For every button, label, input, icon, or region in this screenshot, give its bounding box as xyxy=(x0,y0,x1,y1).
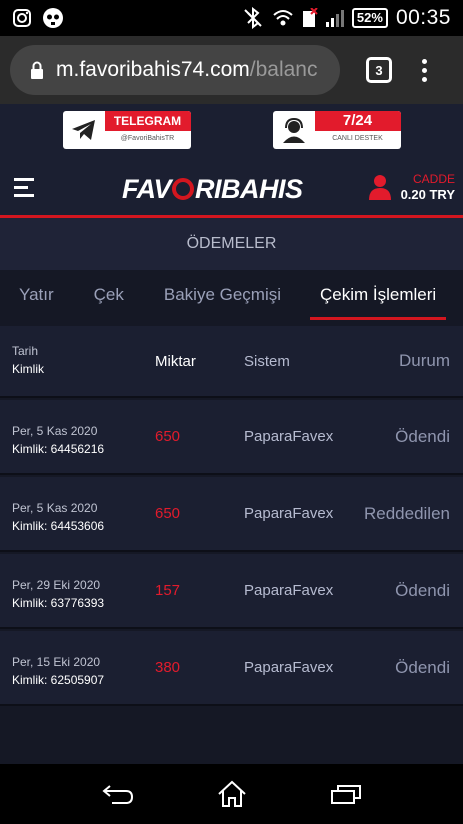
tab-deposit[interactable]: Yatır xyxy=(19,270,54,320)
telegram-title: TELEGRAM xyxy=(104,111,191,131)
tab-balance-history[interactable]: Bakiye Geçmişi xyxy=(164,270,281,320)
bluetooth-off-icon xyxy=(244,7,262,29)
table-row: Per, 29 Eki 2020 Kimlik: 63776393 157 Pa… xyxy=(0,554,463,629)
menu-icon[interactable] xyxy=(14,178,34,202)
row-amount: 380 xyxy=(155,659,181,676)
row-date: Per, 29 Eki 2020 xyxy=(12,578,101,592)
row-amount: 650 xyxy=(155,428,181,445)
table-row: Per, 5 Kas 2020 Kimlik: 64456216 650 Pap… xyxy=(0,400,463,475)
payments-tabs: Yatır Çek Bakiye Geçmişi Çekim İşlemleri xyxy=(0,270,463,320)
header-status: Durum xyxy=(398,351,450,370)
battery-indicator: 52% xyxy=(351,8,388,28)
withdrawals-table: Tarih Kimlik Miktar Sistem Durum Per, 5 … xyxy=(0,326,463,708)
row-id: Kimlik: 64453606 xyxy=(12,519,105,533)
tab-switcher-button[interactable]: 3 xyxy=(366,57,392,83)
row-date: Per, 15 Eki 2020 xyxy=(12,655,101,669)
url-domain: m.favoribahis74.com xyxy=(56,58,250,81)
logo-text-end: RIBAHIS xyxy=(195,174,303,204)
row-system: PaparaFavex xyxy=(244,505,334,522)
skull-icon xyxy=(43,8,63,28)
user-name: CADDE xyxy=(412,172,455,186)
telegram-banner[interactable]: TELEGRAM @FavoriBahisTR xyxy=(62,111,191,149)
row-status: Ödendi xyxy=(395,426,450,446)
user-icon xyxy=(368,175,391,200)
clock: 00:35 xyxy=(395,6,451,29)
address-bar[interactable]: m.favoribahis74.com/balanc xyxy=(10,45,340,95)
recent-apps-icon[interactable] xyxy=(330,783,362,805)
logo-text-start: FAV xyxy=(122,174,172,204)
row-date: Per, 5 Kas 2020 xyxy=(12,424,98,438)
tab-withdrawal-transactions[interactable]: Çekim İşlemleri xyxy=(309,270,447,320)
row-status: Ödendi xyxy=(395,657,450,677)
row-amount: 157 xyxy=(155,582,181,599)
site-logo[interactable]: FAV RIBAHIS xyxy=(122,174,303,205)
row-id: Kimlik: 64456216 xyxy=(12,442,105,456)
live-support-banner[interactable]: 7/24 CANLI DESTEK xyxy=(272,111,401,149)
status-bar: 52% 00:35 xyxy=(0,0,463,36)
row-amount: 650 xyxy=(155,505,181,522)
browser-toolbar: m.favoribahis74.com/balanc 3 xyxy=(0,36,463,104)
header-amount: Miktar xyxy=(155,352,196,370)
support-agent-icon xyxy=(282,117,305,143)
system-navigation-bar xyxy=(0,764,463,824)
header-system: Sistem xyxy=(244,352,290,370)
lock-icon xyxy=(31,61,43,79)
header-date: Tarih xyxy=(12,344,39,358)
page-title: ÖDEMELER xyxy=(0,218,463,270)
home-icon[interactable] xyxy=(217,780,247,808)
signal-icon xyxy=(325,10,344,27)
telegram-icon xyxy=(71,120,95,140)
row-system: PaparaFavex xyxy=(244,659,334,676)
row-id: Kimlik: 62505907 xyxy=(12,673,105,687)
table-header-row: Tarih Kimlik Miktar Sistem Durum xyxy=(0,326,463,398)
table-row: Per, 5 Kas 2020 Kimlik: 64453606 650 Pap… xyxy=(0,477,463,552)
user-balance: 0.20 TRY xyxy=(400,187,455,202)
banner-strip: TELEGRAM @FavoriBahisTR 7/24 CANLI DESTE… xyxy=(0,104,463,156)
table-row: Per, 15 Eki 2020 Kimlik: 62505907 380 Pa… xyxy=(0,631,463,706)
row-id: Kimlik: 63776393 xyxy=(12,596,105,610)
tab-withdraw[interactable]: Çek xyxy=(94,270,124,320)
support-subtitle: CANLI DESTEK xyxy=(332,135,383,142)
overflow-menu-icon[interactable] xyxy=(422,58,427,82)
wifi-icon xyxy=(273,10,293,26)
row-system: PaparaFavex xyxy=(244,582,334,599)
site-header: FAV RIBAHIS CADDE 0.20 TRY xyxy=(0,156,463,218)
instagram-icon xyxy=(13,9,31,27)
logo-o-mark xyxy=(172,178,195,200)
support-title: 7/24 xyxy=(314,111,401,131)
user-account[interactable]: CADDE 0.20 TRY xyxy=(368,172,455,202)
header-id: Kimlik xyxy=(12,362,44,376)
sim-icon xyxy=(302,8,318,27)
telegram-handle: @FavoriBahisTR xyxy=(120,135,175,142)
page-content: TELEGRAM @FavoriBahisTR 7/24 CANLI DESTE… xyxy=(0,104,463,764)
row-date: Per, 5 Kas 2020 xyxy=(12,501,98,515)
back-icon[interactable] xyxy=(101,782,134,806)
row-system: PaparaFavex xyxy=(244,428,334,445)
row-status: Reddedilen xyxy=(363,503,450,523)
url-path: /balanc xyxy=(249,58,318,81)
row-status: Ödendi xyxy=(395,580,450,600)
